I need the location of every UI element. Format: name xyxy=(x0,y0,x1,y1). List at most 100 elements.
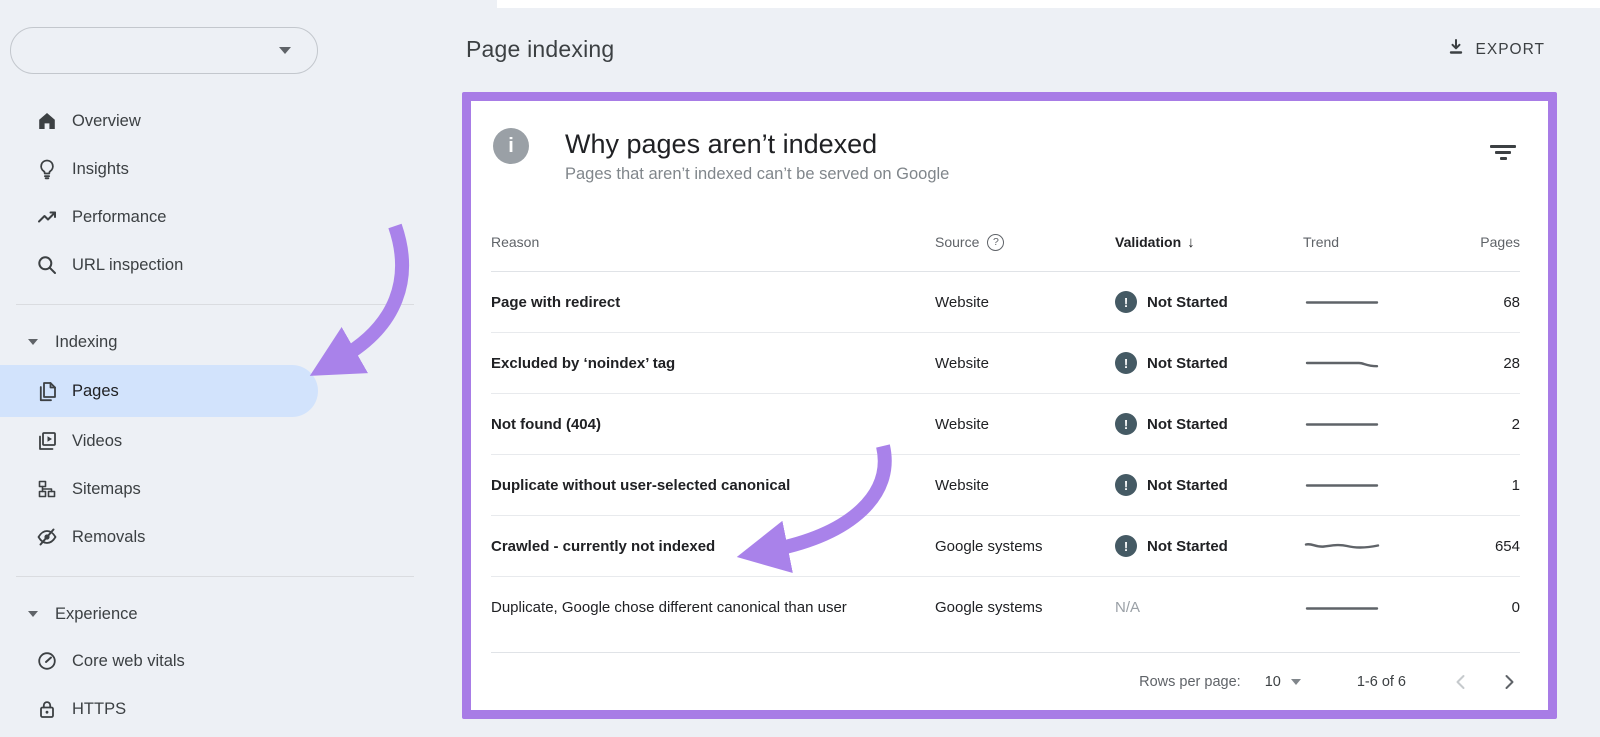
reason-cell: Duplicate without user-selected canonica… xyxy=(491,476,791,494)
section-label: Experience xyxy=(55,604,138,623)
source-cell: Website xyxy=(935,354,989,372)
export-button[interactable]: EXPORT xyxy=(1447,38,1545,61)
download-icon xyxy=(1447,38,1465,61)
table-row[interactable]: Crawled - currently not indexed Google s… xyxy=(491,516,1520,577)
validation-cell: ! Not Started xyxy=(1115,291,1303,313)
sidebar-section-indexing[interactable]: Indexing xyxy=(0,319,430,365)
pages-count-cell: 2 xyxy=(1511,415,1520,433)
sidebar-item-label: Sitemaps xyxy=(72,479,141,498)
eye-off-icon xyxy=(36,526,58,548)
sidebar-item-core-web-vitals[interactable]: Core web vitals xyxy=(0,637,430,685)
pages-icon xyxy=(36,380,58,402)
property-selector[interactable] xyxy=(10,27,318,74)
sidebar-item-performance[interactable]: Performance xyxy=(0,193,430,241)
rows-per-page-label: Rows per page: xyxy=(1139,673,1241,690)
previous-page-icon[interactable] xyxy=(1450,671,1472,693)
pages-count-cell: 1 xyxy=(1511,476,1520,494)
sidebar-item-removals[interactable]: Removals xyxy=(0,513,430,561)
validation-status: Not Started xyxy=(1147,476,1228,494)
validation-alert-icon: ! xyxy=(1115,474,1137,496)
source-cell: Google systems xyxy=(935,537,1043,555)
table-row[interactable]: Duplicate without user-selected canonica… xyxy=(491,455,1520,516)
column-header-source: Source ? xyxy=(935,233,1115,251)
trending-up-icon xyxy=(36,206,58,228)
sidebar-item-overview[interactable]: Overview xyxy=(0,97,430,145)
column-header-validation[interactable]: Validation ↓ xyxy=(1115,234,1303,251)
sidebar: Overview Insights Performance URL inspec… xyxy=(0,0,430,737)
sidebar-item-label: Core web vitals xyxy=(72,651,185,670)
validation-alert-icon: ! xyxy=(1115,291,1137,313)
videos-icon xyxy=(36,430,58,452)
rows-per-page-value[interactable]: 10 xyxy=(1265,674,1281,690)
table-body: Page with redirect Website ! Not Started… xyxy=(491,272,1520,638)
top-edge-strip xyxy=(497,0,1600,8)
caret-down-icon xyxy=(28,611,38,617)
pages-count-cell: 28 xyxy=(1503,354,1520,372)
trend-sparkline xyxy=(1303,292,1431,312)
page-title: Page indexing xyxy=(466,36,615,62)
sidebar-item-videos[interactable]: Videos xyxy=(0,417,430,465)
help-icon[interactable]: ? xyxy=(987,233,1005,251)
validation-status: Not Started xyxy=(1147,415,1228,433)
sidebar-item-sitemaps[interactable]: Sitemaps xyxy=(0,465,430,513)
table-row[interactable]: Duplicate, Google chose different canoni… xyxy=(491,577,1520,638)
table-row[interactable]: Excluded by ‘noindex’ tag Website ! Not … xyxy=(491,333,1520,394)
reason-cell: Excluded by ‘noindex’ tag xyxy=(491,354,676,372)
sidebar-item-https[interactable]: HTTPS xyxy=(0,685,430,733)
card-header: i Why pages aren’t indexed Pages that ar… xyxy=(471,101,1548,213)
table-footer: Rows per page: 10 1-6 of 6 xyxy=(491,652,1520,710)
lightbulb-icon xyxy=(36,158,58,180)
sidebar-item-label: Pages xyxy=(72,381,119,400)
validation-status: Not Started xyxy=(1147,537,1228,555)
chevron-down-icon[interactable] xyxy=(1290,678,1301,685)
source-cell: Website xyxy=(935,293,989,311)
trend-sparkline xyxy=(1303,414,1431,434)
validation-cell: ! Not Started xyxy=(1115,535,1303,557)
validation-alert-icon: ! xyxy=(1115,535,1137,557)
source-cell: Website xyxy=(935,476,989,494)
validation-alert-icon: ! xyxy=(1115,352,1137,374)
sidebar-item-label: Performance xyxy=(72,207,167,226)
card-title: Why pages aren’t indexed xyxy=(565,129,878,159)
why-pages-arent-indexed-card: i Why pages aren’t indexed Pages that ar… xyxy=(462,92,1557,719)
pagination-range: 1-6 of 6 xyxy=(1356,673,1406,690)
sidebar-item-label: Removals xyxy=(72,527,146,546)
sitemaps-icon xyxy=(36,478,58,500)
sidebar-item-label: Insights xyxy=(72,159,129,178)
sidebar-divider xyxy=(16,304,414,305)
pages-count-cell: 0 xyxy=(1511,599,1520,616)
validation-status: Not Started xyxy=(1147,354,1228,372)
table-row[interactable]: Page with redirect Website ! Not Started… xyxy=(491,272,1520,333)
reason-cell: Not found (404) xyxy=(491,415,601,433)
sidebar-item-label: Overview xyxy=(72,111,141,130)
sidebar-item-label: URL inspection xyxy=(72,255,184,274)
section-label: Indexing xyxy=(55,332,118,351)
sidebar-item-pages[interactable]: Pages xyxy=(0,365,318,417)
trend-sparkline xyxy=(1303,598,1431,618)
table-row[interactable]: Not found (404) Website ! Not Started 2 xyxy=(491,394,1520,455)
trend-sparkline xyxy=(1303,536,1431,556)
sidebar-item-url-inspection[interactable]: URL inspection xyxy=(0,241,430,289)
validation-cell: N/A xyxy=(1115,599,1141,616)
source-cell: Google systems xyxy=(935,599,1043,616)
next-page-icon[interactable] xyxy=(1498,671,1520,693)
validation-cell: ! Not Started xyxy=(1115,413,1303,435)
validation-cell: ! Not Started xyxy=(1115,352,1303,374)
source-cell: Website xyxy=(935,415,989,433)
speedometer-icon xyxy=(36,650,58,672)
validation-status: Not Started xyxy=(1147,293,1228,311)
validation-alert-icon: ! xyxy=(1115,413,1137,435)
pages-count-cell: 654 xyxy=(1494,537,1520,555)
info-icon: i xyxy=(493,128,529,164)
trend-sparkline xyxy=(1303,475,1431,495)
sidebar-section-experience[interactable]: Experience xyxy=(0,591,430,637)
sidebar-item-insights[interactable]: Insights xyxy=(0,145,430,193)
reason-cell: Duplicate, Google chose different canoni… xyxy=(491,599,847,616)
filter-icon[interactable] xyxy=(1490,145,1516,163)
card-subtitle: Pages that aren’t indexed can’t be serve… xyxy=(565,165,950,183)
table-header-row: Reason Source ? Validation ↓ Trend Pages xyxy=(491,213,1520,272)
search-icon xyxy=(36,254,58,276)
reasons-table: Reason Source ? Validation ↓ Trend Pages… xyxy=(471,213,1548,710)
lock-icon xyxy=(36,698,58,720)
validation-cell: ! Not Started xyxy=(1115,474,1303,496)
